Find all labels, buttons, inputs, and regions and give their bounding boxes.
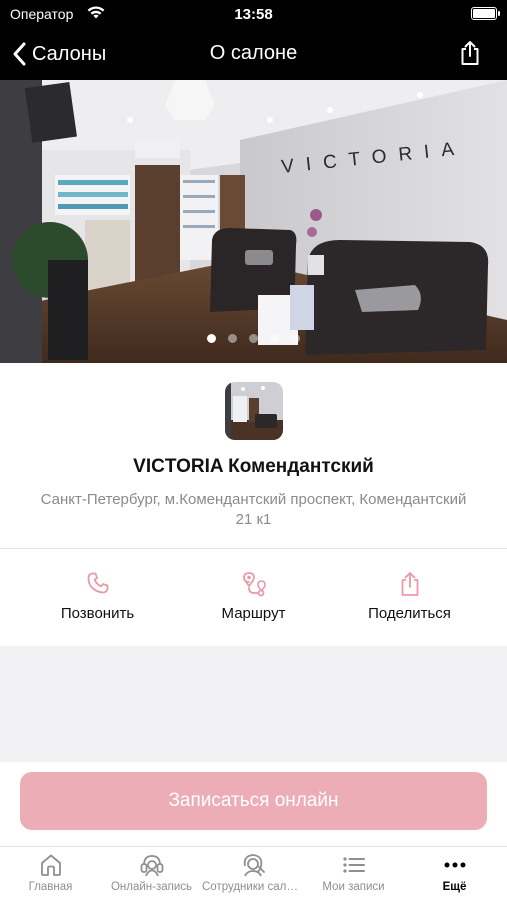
share-icon xyxy=(401,572,418,596)
navigation-bar: Салоны О салоне xyxy=(0,28,507,80)
salon-info: VICTORIA Комендантский Санкт-Петербург, … xyxy=(0,363,507,548)
tab-online-booking-label: Онлайн-запись xyxy=(110,881,193,893)
share-label: Поделиться xyxy=(368,605,451,622)
carousel-dot[interactable] xyxy=(228,334,237,343)
salon-thumbnail xyxy=(225,382,283,440)
tab-staff-label: Сотрудники салона xyxy=(202,881,303,893)
clock: 13:58 xyxy=(234,6,273,23)
route-button[interactable]: Маршрут xyxy=(169,549,338,646)
tab-home-label: Главная xyxy=(28,881,73,893)
tab-my-bookings-label: Мои записи xyxy=(322,881,385,893)
booking-bar: Записаться онлайн xyxy=(0,762,507,846)
salon-name: VICTORIA Комендантский xyxy=(133,456,374,477)
route-label: Маршрут xyxy=(221,605,286,622)
call-label: Позвонить xyxy=(60,605,135,622)
online-booking-icon xyxy=(140,855,163,877)
tab-bar: Главная Онлайн-запись Сотрудники салона xyxy=(0,846,507,901)
carousel-dot[interactable] xyxy=(207,334,216,343)
route-icon xyxy=(242,572,266,597)
action-bar: Позвонить Маршрут Поделиться xyxy=(0,549,507,646)
tab-more-label: Ещё xyxy=(442,881,467,893)
share-button[interactable] xyxy=(459,40,481,71)
phone-icon xyxy=(87,572,108,594)
carousel-dot[interactable] xyxy=(270,334,279,343)
more-icon xyxy=(444,862,465,868)
tab-home[interactable]: Главная xyxy=(0,847,101,901)
salon-interior-photo: VICTORIA xyxy=(0,80,507,363)
tab-more[interactable]: Ещё xyxy=(404,847,505,901)
list-icon xyxy=(342,857,365,873)
call-button[interactable]: Позвонить xyxy=(13,549,182,646)
share-salon-button[interactable]: Поделиться xyxy=(325,549,494,646)
staff-icon xyxy=(243,854,265,877)
tab-my-bookings[interactable]: Мои записи xyxy=(303,847,404,901)
salon-address: Санкт-Петербург, м.Комендантский проспек… xyxy=(40,491,467,528)
tab-online-booking[interactable]: Онлайн-запись xyxy=(101,847,202,901)
share-icon xyxy=(461,41,479,65)
page-title: О салоне xyxy=(209,42,298,64)
status-bar: Оператор 13:58 xyxy=(0,0,507,28)
carousel-page-indicator xyxy=(0,334,507,343)
book-online-button[interactable]: Записаться онлайн xyxy=(20,772,487,830)
salon-photo-carousel[interactable]: VICTORIA xyxy=(0,80,507,363)
battery-icon xyxy=(471,7,500,20)
home-icon xyxy=(40,854,61,876)
carousel-dot[interactable] xyxy=(291,334,300,343)
tab-staff[interactable]: Сотрудники салона xyxy=(202,847,303,901)
carousel-dot[interactable] xyxy=(249,334,258,343)
